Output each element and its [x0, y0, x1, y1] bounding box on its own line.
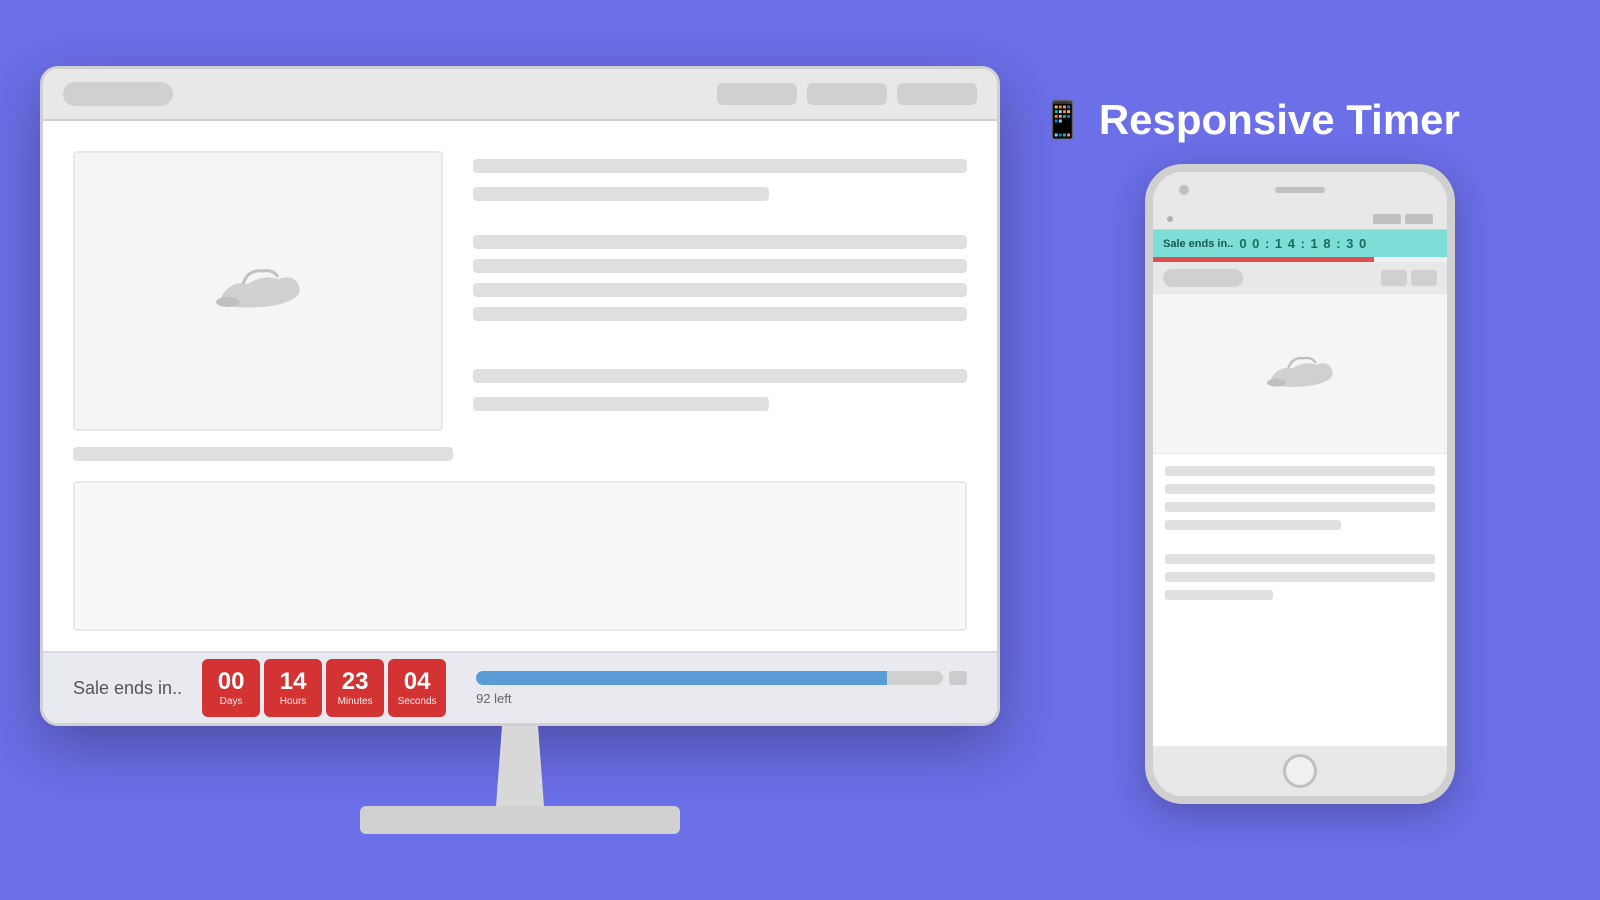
phone-address-bar [1163, 269, 1243, 287]
phone-line-3 [1165, 502, 1435, 512]
phone-mockup: Sale ends in.. 0 0 : 1 4 : 1 8 : 3 0 [1145, 164, 1455, 804]
phone-line-6 [1165, 572, 1435, 582]
page-content [43, 121, 997, 651]
panel-title: Responsive Timer [1099, 96, 1460, 144]
phone-wrapper: Sale ends in.. 0 0 : 1 4 : 1 8 : 3 0 [1040, 164, 1560, 804]
phone-line-7 [1165, 590, 1273, 600]
phone-home-area [1153, 746, 1447, 796]
timer-blocks: 00 Days 14 Hours 23 Minutes 04 Seconds [202, 659, 446, 717]
days-block: 00 Days [202, 659, 260, 717]
nav-btn-3 [897, 83, 977, 105]
right-panel: 📱 Responsive Timer Sale ends [1040, 96, 1560, 804]
product-section [73, 151, 967, 431]
phone-product-icon [1260, 341, 1340, 406]
product-details [473, 151, 967, 431]
panel-title-area: 📱 Responsive Timer [1040, 96, 1560, 144]
status-dot-1 [1167, 216, 1173, 222]
desc-line-4 [473, 307, 967, 321]
seconds-unit: Seconds [398, 696, 437, 707]
monitor-base [360, 806, 680, 834]
monitor-neck:  [490, 726, 550, 806]
progress-section: 92 left [476, 671, 967, 706]
phone-line-1 [1165, 466, 1435, 476]
phone-notch [1153, 172, 1447, 208]
browser-body: Sale ends in.. 00 Days 14 Hours 23 Minut… [43, 121, 997, 723]
desc-line-2 [473, 259, 967, 273]
phone-status-bar [1153, 208, 1447, 230]
phone-chrome-btn-1 [1381, 270, 1407, 286]
phone-sale-label: Sale ends in.. [1163, 238, 1233, 250]
product-image-box [73, 151, 443, 431]
status-lines [1373, 214, 1433, 224]
description-lines [473, 235, 967, 321]
status-line-2 [1405, 214, 1433, 224]
progress-label: 92 left [476, 691, 967, 706]
countdown-bar: Sale ends in.. 00 Days 14 Hours 23 Minut… [43, 651, 997, 723]
hours-unit: Hours [280, 696, 307, 707]
hours-block: 14 Hours [264, 659, 322, 717]
progress-bar-bg [476, 671, 943, 685]
sale-ends-label: Sale ends in.. [73, 678, 182, 699]
phone-content-lines [1153, 454, 1447, 612]
browser-controls [63, 82, 173, 106]
seconds-block: 04 Seconds [388, 659, 446, 717]
phone-browser-chrome [1153, 262, 1447, 294]
product-placeholder-icon [208, 249, 308, 333]
phone-countdown-bar: Sale ends in.. 0 0 : 1 4 : 1 8 : 3 0 [1153, 230, 1447, 257]
phone-chrome-buttons [1381, 270, 1437, 286]
desc-line-1 [473, 235, 967, 249]
phone-chrome-btn-2 [1411, 270, 1437, 286]
phone-speaker [1275, 187, 1325, 193]
desc-line-5 [473, 369, 967, 383]
minutes-unit: Minutes [338, 696, 373, 707]
minutes-value: 23 [342, 670, 369, 694]
phone-product-image [1153, 294, 1447, 454]
product-title-line [473, 159, 967, 173]
phone-line-2 [1165, 484, 1435, 494]
browser-chrome [43, 69, 997, 121]
nav-buttons [717, 83, 977, 105]
phone-timer-digits: 0 0 : 1 4 : 1 8 : 3 0 [1239, 236, 1367, 251]
progress-dot [949, 671, 967, 685]
desktop-monitor: Sale ends in.. 00 Days 14 Hours 23 Minut… [40, 66, 1000, 726]
phone-camera [1179, 185, 1189, 195]
content-box [73, 481, 967, 631]
minutes-block: 23 Minutes [326, 659, 384, 717]
desc-line-3 [473, 283, 967, 297]
phone-line-4 [1165, 520, 1341, 530]
phone-page-body [1153, 294, 1447, 746]
product-bottom-placeholder [73, 447, 453, 461]
phone-line-5 [1165, 554, 1435, 564]
phone-home-button[interactable] [1283, 754, 1317, 788]
progress-bar-fill [476, 671, 887, 685]
status-line-1 [1373, 214, 1401, 224]
seconds-value: 04 [404, 670, 431, 694]
days-value: 00 [218, 670, 245, 694]
days-unit: Days [220, 696, 243, 707]
hours-value: 14 [280, 670, 307, 694]
status-dots [1167, 216, 1173, 222]
desc-line-6 [473, 397, 769, 411]
product-subtitle-line [473, 187, 769, 201]
nav-btn-1 [717, 83, 797, 105]
phone-title-icon: 📱 [1040, 99, 1085, 141]
nav-btn-2 [807, 83, 887, 105]
